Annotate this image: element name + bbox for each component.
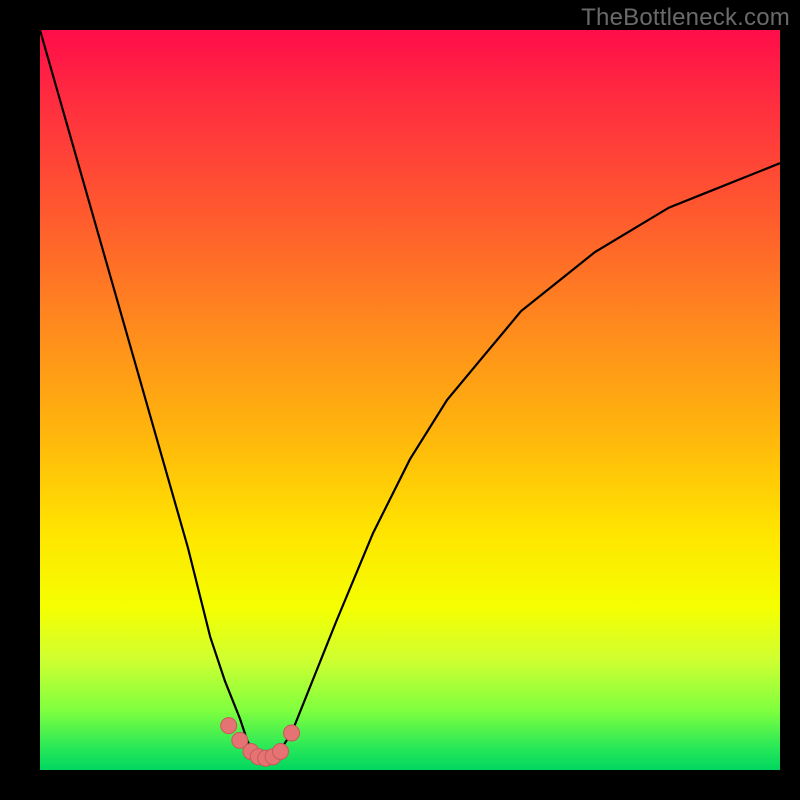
marker-group [221,718,300,767]
marker-point [273,744,289,760]
marker-point [221,718,237,734]
plot-area [40,30,780,770]
bottleneck-curve [40,30,780,763]
plot-svg [40,30,780,770]
marker-point [284,725,300,741]
watermark-text: TheBottleneck.com [581,4,790,32]
chart-frame: TheBottleneck.com [0,0,800,800]
